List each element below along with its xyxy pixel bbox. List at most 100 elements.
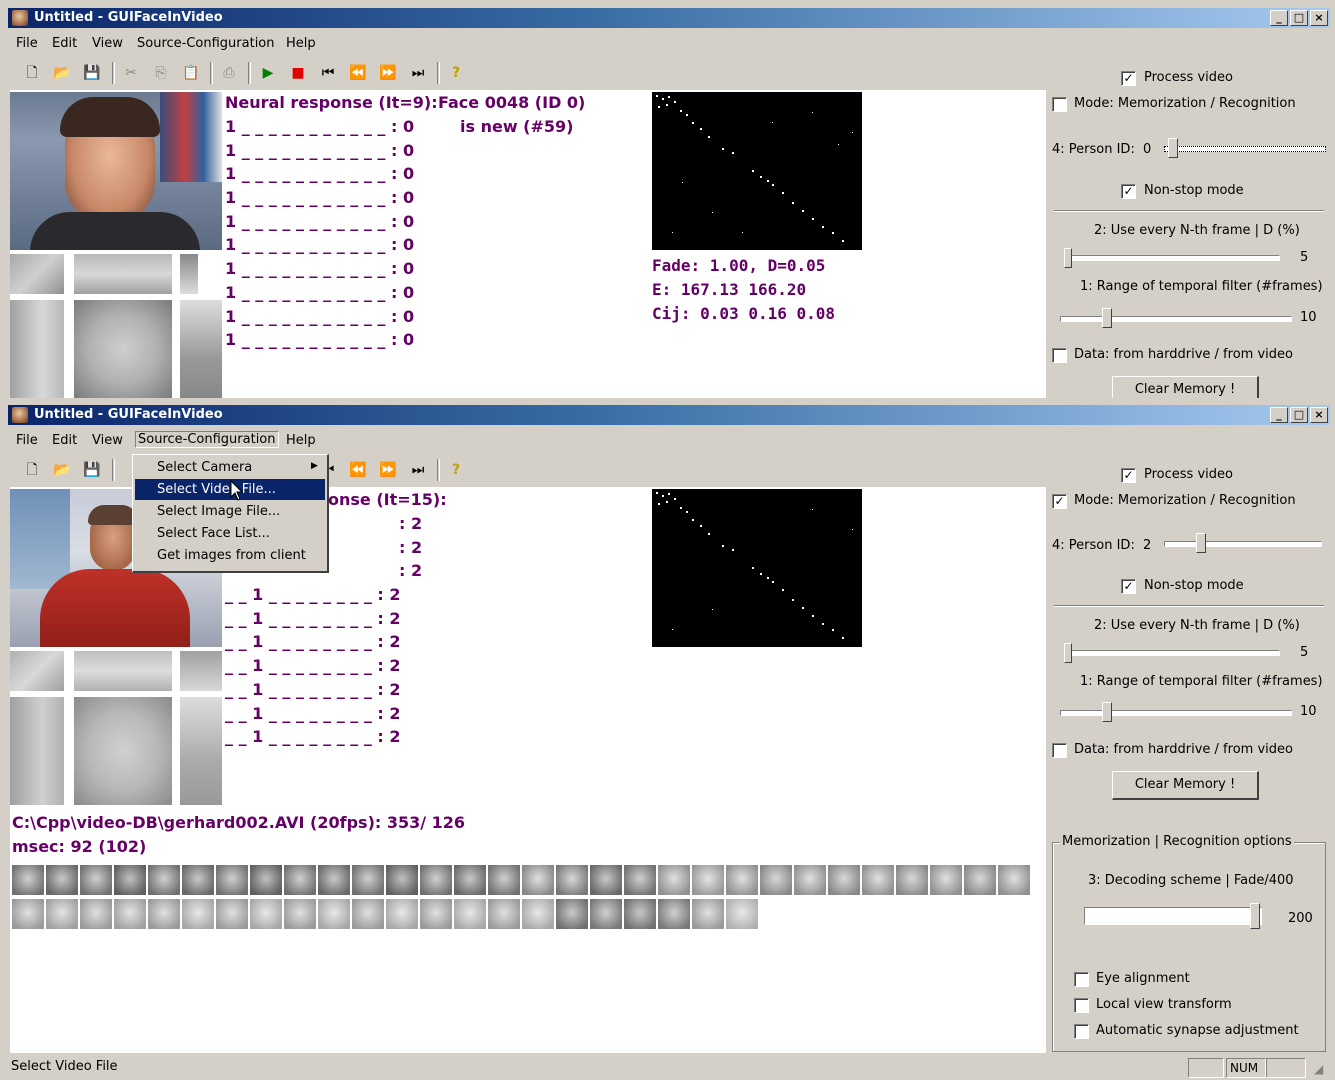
person-id-slider[interactable] — [1164, 541, 1322, 547]
response-row: _ _ 1 _ _ _ _ _ _ _ _ : 2 — [225, 585, 401, 605]
face-thumbnail — [624, 865, 656, 895]
range-slider[interactable] — [1060, 316, 1292, 322]
face-thumbnail — [352, 899, 384, 929]
save-icon[interactable]: 💾 — [82, 461, 102, 479]
person-id-slider-thumb[interactable] — [1196, 533, 1206, 553]
toolbar-1: 🗋 📂 💾 ✂ ⎘ 📋 ⎙ ▶ ■ ⏮ ⏪ ⏩ ⏭ ? — [8, 59, 1048, 87]
fade-stat: Fade: 1.00, D=0.05 — [652, 256, 826, 275]
clear-memory-button[interactable]: Clear Memory ! — [1112, 771, 1259, 800]
use-every-slider[interactable] — [1064, 650, 1280, 656]
skip-end-icon[interactable]: ⏭ — [408, 64, 428, 82]
help-icon[interactable]: ? — [446, 461, 466, 479]
menu-item-select-image-file[interactable]: Select Image File... — [135, 501, 325, 522]
non-stop-checkbox[interactable]: ✓ — [1121, 184, 1136, 199]
range-slider-thumb[interactable] — [1102, 308, 1112, 328]
menu-item-select-face-list[interactable]: Select Face List... — [135, 523, 325, 544]
range-slider[interactable] — [1060, 710, 1292, 716]
save-icon[interactable]: 💾 — [82, 64, 102, 82]
menu-edit[interactable]: Edit — [52, 433, 77, 448]
face-thumbnail — [284, 865, 316, 895]
rewind-icon[interactable]: ⏪ — [348, 461, 368, 479]
face-thumbnail — [862, 865, 894, 895]
data-source-checkbox[interactable] — [1052, 743, 1067, 758]
title-bar-1[interactable]: Untitled - GUIFaceInVideo _ □ × — [8, 8, 1330, 28]
forward-icon[interactable]: ⏩ — [378, 64, 398, 82]
open-icon[interactable]: 📂 — [52, 64, 72, 82]
synapse-matrix — [652, 92, 862, 250]
print-icon[interactable]: ⎙ — [219, 64, 239, 82]
menu-item-get-images-from-client[interactable]: Get images from client — [135, 545, 325, 566]
response-row: 1 _ _ _ _ _ _ _ _ _ _ _ : 0 — [225, 282, 415, 302]
menu-help[interactable]: Help — [286, 36, 316, 51]
skip-end-icon[interactable]: ⏭ — [408, 461, 428, 479]
status-pane-caps — [1188, 1058, 1224, 1078]
data-source-label: Data: from harddrive / from video — [1074, 742, 1293, 757]
non-stop-checkbox[interactable]: ✓ — [1121, 579, 1136, 594]
submenu-arrow-icon: ▶ — [311, 461, 318, 471]
use-every-value: 5 — [1300, 645, 1309, 660]
face-thumbnail — [998, 865, 1030, 895]
menu-source-configuration[interactable]: Source-Configuration — [135, 431, 279, 448]
person-id-slider-thumb[interactable] — [1168, 138, 1178, 158]
menu-file[interactable]: File — [16, 433, 38, 448]
face-thumbnail — [386, 865, 418, 895]
mode-checkbox[interactable]: ✓ — [1052, 494, 1067, 509]
menu-source-configuration[interactable]: Source-Configuration — [137, 36, 275, 51]
local-view-checkbox[interactable] — [1074, 998, 1089, 1013]
process-video-label: Process video — [1144, 70, 1233, 85]
person-id-value: 0 — [1143, 142, 1152, 157]
status-text: Select Video File — [11, 1059, 118, 1074]
play-icon[interactable]: ▶ — [258, 64, 278, 82]
process-video-checkbox[interactable]: ✓ — [1121, 468, 1136, 483]
cij-stat: Cij: 0.03 0.16 0.08 — [652, 304, 836, 323]
mode-checkbox[interactable] — [1052, 97, 1067, 112]
paste-icon[interactable]: 📋 — [181, 64, 201, 82]
minimize-button[interactable]: _ — [1270, 407, 1288, 423]
face-tile — [10, 651, 64, 691]
title-bar-2[interactable]: Untitled - GUIFaceInVideo _ □ × — [8, 405, 1330, 425]
status-bar: Select Video File NUM ◢ — [8, 1056, 1330, 1078]
resize-grip-icon[interactable]: ◢ — [1314, 1062, 1323, 1076]
face-thumbnail — [250, 899, 282, 929]
eye-alignment-label: Eye alignment — [1096, 971, 1190, 986]
face-thumbnail — [12, 865, 44, 895]
range-value: 10 — [1300, 310, 1317, 325]
mode-label: Mode: Memorization / Recognition — [1074, 493, 1296, 508]
menu-view[interactable]: View — [92, 433, 123, 448]
menu-file[interactable]: File — [16, 36, 38, 51]
forward-icon[interactable]: ⏩ — [378, 461, 398, 479]
menu-edit[interactable]: Edit — [52, 36, 77, 51]
copy-icon[interactable]: ⎘ — [151, 64, 171, 82]
menu-item-select-camera[interactable]: Select Camera — [135, 457, 325, 478]
new-icon[interactable]: 🗋 — [22, 461, 42, 479]
menu-help[interactable]: Help — [286, 433, 316, 448]
rewind-icon[interactable]: ⏪ — [348, 64, 368, 82]
person-id-slider[interactable] — [1164, 146, 1326, 152]
close-button[interactable]: × — [1310, 10, 1328, 26]
close-button[interactable]: × — [1310, 407, 1328, 423]
open-icon[interactable]: 📂 — [52, 461, 72, 479]
skip-start-icon[interactable]: ⏮ — [318, 64, 338, 82]
menu-view[interactable]: View — [92, 36, 123, 51]
new-icon[interactable]: 🗋 — [22, 64, 42, 82]
decoding-slider[interactable] — [1084, 907, 1262, 925]
face-tile — [10, 697, 64, 805]
minimize-button[interactable]: _ — [1270, 10, 1288, 26]
maximize-button[interactable]: □ — [1290, 407, 1308, 423]
stop-icon[interactable]: ■ — [288, 64, 308, 82]
use-every-slider[interactable] — [1064, 255, 1280, 261]
cut-icon[interactable]: ✂ — [121, 64, 141, 82]
response-row: 1 _ _ _ _ _ _ _ _ _ _ _ : 0 — [225, 306, 415, 326]
maximize-button[interactable]: □ — [1290, 10, 1308, 26]
decoding-slider-thumb[interactable] — [1250, 903, 1260, 929]
use-every-slider-thumb[interactable] — [1064, 248, 1072, 268]
range-slider-thumb[interactable] — [1102, 702, 1112, 722]
use-every-slider-thumb[interactable] — [1064, 643, 1072, 663]
auto-synapse-checkbox[interactable] — [1074, 1024, 1089, 1039]
data-source-checkbox[interactable] — [1052, 348, 1067, 363]
face-thumbnail — [624, 899, 656, 929]
eye-alignment-checkbox[interactable] — [1074, 972, 1089, 987]
control-panel-2: ✓ Process video ✓ Mode: Memorization / R… — [1050, 459, 1330, 1055]
help-icon[interactable]: ? — [446, 64, 466, 82]
process-video-checkbox[interactable]: ✓ — [1121, 71, 1136, 86]
